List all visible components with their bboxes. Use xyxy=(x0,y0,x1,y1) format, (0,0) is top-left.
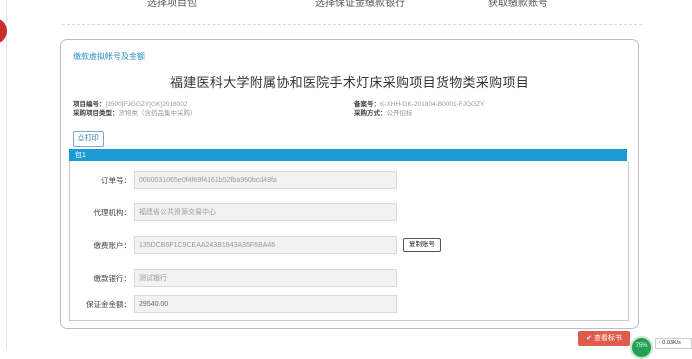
print-label: 打印 xyxy=(84,135,99,142)
print-button[interactable]: ⎙打印 xyxy=(73,131,104,147)
project-type-value: 货物类（含药品集中采购） xyxy=(118,110,197,117)
payment-account-row: 缴费账户： 135DCB6F1C9CEAA243B1843A35F6BA46 复… xyxy=(70,236,628,254)
bank-label: 缴款银行： xyxy=(93,274,132,283)
left-border-line xyxy=(6,0,7,349)
agency-row: 代理机构： 福建省公共资源交易中心 xyxy=(70,203,628,221)
divider xyxy=(62,24,642,25)
step-select-package: 选择项目包 xyxy=(147,0,197,9)
order-number-row: 订单号： 0000031065e0f4f69f4161b52fba960bcd4… xyxy=(70,171,628,189)
project-type-label: 采购项目类型： xyxy=(73,110,119,117)
copy-account-button[interactable]: 复制账号 xyxy=(403,238,441,252)
payment-account-label: 缴费账户： xyxy=(93,241,132,250)
printer-icon: ⎙ xyxy=(78,135,84,142)
package-header: 包1 xyxy=(69,149,627,161)
bank-row: 缴款银行： 测试银行 xyxy=(70,269,628,287)
payment-account-field[interactable]: 135DCB6F1C9CEAA243B1843A35F6BA46 xyxy=(134,236,397,254)
view-bid-label: 查看标书 xyxy=(593,335,622,342)
bank-field[interactable]: 测试银行 xyxy=(134,269,397,287)
order-number-field[interactable]: 0000031065e0f4f69f4161b52fba960bcd49fa xyxy=(134,171,397,189)
payment-card: 缴款虚拟帐号及金额 福建医科大学附属协和医院手术灯床采购项目货物类采购项目 项目… xyxy=(60,39,639,329)
project-type: 采购项目类型：货物类（含药品集中采购） xyxy=(73,107,197,117)
network-speed: ↑ 0.03K/s xyxy=(655,338,692,349)
package-label: 包1 xyxy=(75,152,86,159)
step-indicator: 选择项目包 选择保证金缴款银行 获取缴款账号 xyxy=(0,0,692,12)
procurement-method-label: 采购方式： xyxy=(354,110,387,117)
deposit-amount-field[interactable]: 29540.00 xyxy=(134,295,397,313)
procurement-method: 采购方式：公开招标 xyxy=(354,107,413,117)
procurement-method-value: 公开招标 xyxy=(386,110,413,117)
deposit-amount-row: 保证金金额： 29540.00 xyxy=(70,295,628,313)
order-number-label: 订单号： xyxy=(101,176,131,185)
step-get-account: 获取缴款账号 xyxy=(488,0,548,9)
network-speed-value: 0.03K/s xyxy=(662,340,681,346)
check-icon: ✔ xyxy=(586,335,592,342)
speed-gauge[interactable]: 75% xyxy=(630,336,653,359)
project-title: 福建医科大学附属协和医院手术灯床采购项目货物类采购项目 xyxy=(169,75,530,90)
agency-label: 代理机构： xyxy=(93,208,132,217)
upload-arrow-icon: ↑ xyxy=(658,340,661,346)
step-select-bank: 选择保证金缴款银行 xyxy=(315,0,405,9)
deposit-amount-label: 保证金金额： xyxy=(86,300,131,309)
agency-field[interactable]: 福建省公共资源交易中心 xyxy=(134,203,397,221)
view-bid-document-button[interactable]: ✔ 查看标书 xyxy=(578,331,630,346)
section-title: 缴款虚拟帐号及金额 xyxy=(73,52,145,61)
package-form: 订单号： 0000031065e0f4f69f4161b52fba960bcd4… xyxy=(69,161,629,321)
